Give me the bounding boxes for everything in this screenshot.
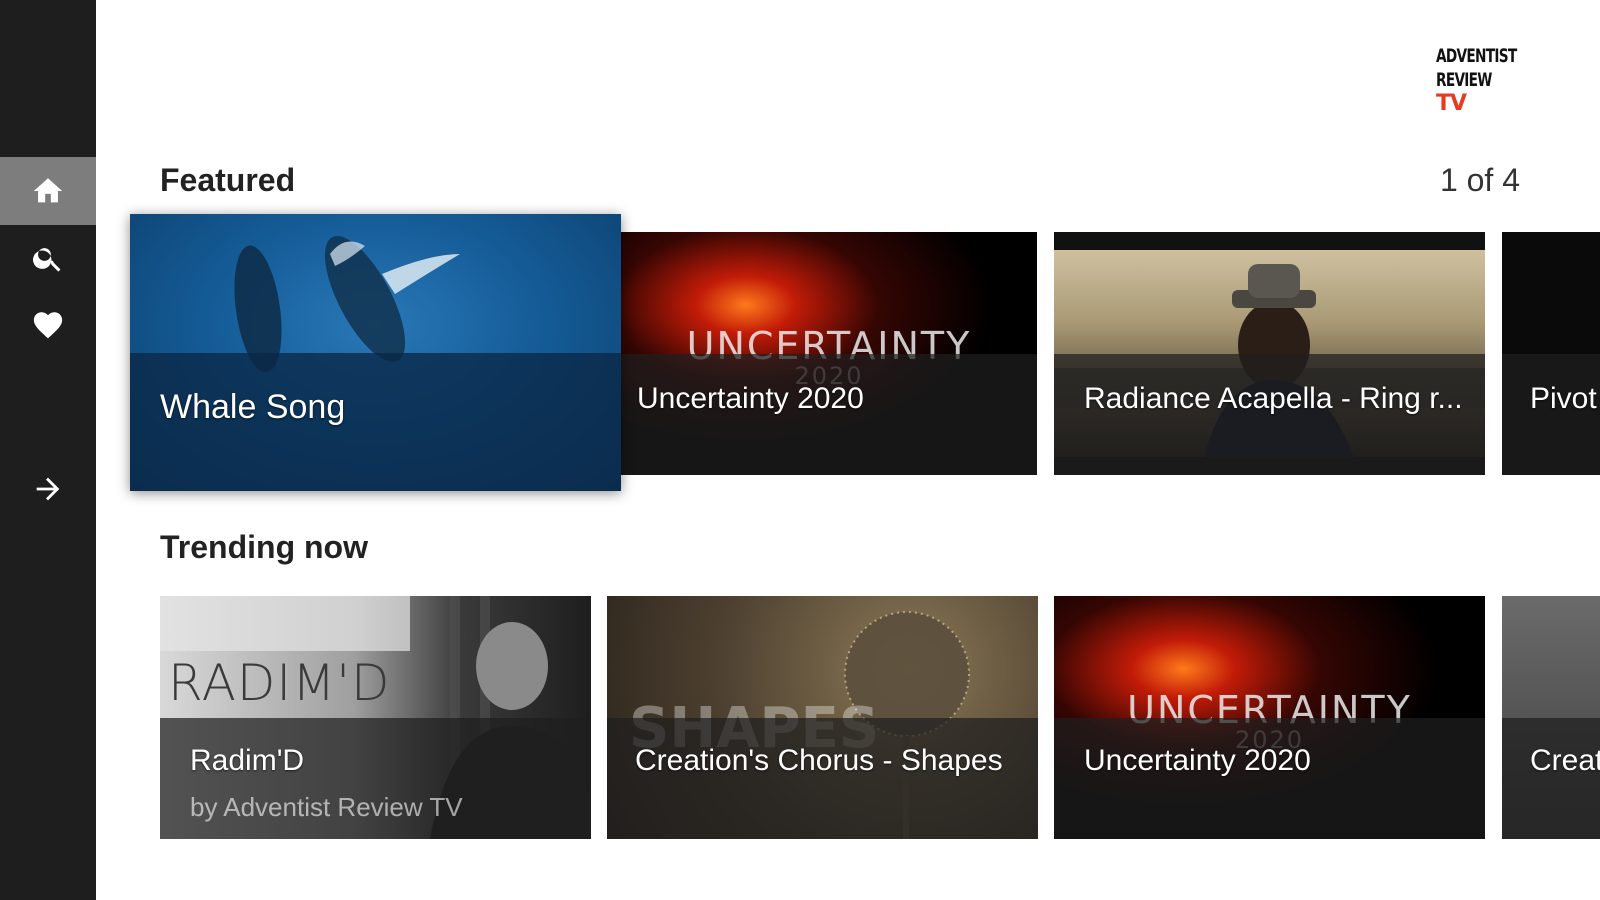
home-icon xyxy=(33,178,63,203)
trending-section-title: Trending now xyxy=(160,529,368,565)
trending-card-creations-chorus[interactable]: SHAPES Creation's Chorus - Shapes xyxy=(607,596,1038,839)
card-title-band xyxy=(607,717,1038,839)
sidebar-item-search[interactable] xyxy=(0,224,96,292)
sidebar-item-home[interactable] xyxy=(0,157,96,225)
card-subtitle: by Adventist Review TV xyxy=(190,792,463,822)
arrow-right-icon xyxy=(36,477,60,501)
search-icon xyxy=(33,248,61,272)
logo-line-1: ADVENTIST xyxy=(1436,45,1517,67)
card-title: Uncertainty 2020 xyxy=(1084,744,1311,777)
featured-section-title: Featured xyxy=(160,162,296,198)
sidebar xyxy=(0,0,96,900)
brand-logo: ADVENTIST REVIEW TV xyxy=(1436,44,1517,116)
card-title: Creat xyxy=(1530,744,1600,777)
card-title: Whale Song xyxy=(160,388,346,426)
card-title-band xyxy=(1054,717,1485,839)
card-title: Uncertainty 2020 xyxy=(637,382,864,415)
featured-card-uncertainty-2020[interactable]: UNCERTAINTY 2020 Uncertainty 2020 xyxy=(621,232,1037,475)
logo-line-3: TV xyxy=(1436,91,1467,116)
sidebar-item-favorites[interactable] xyxy=(0,291,96,359)
heart-icon xyxy=(33,312,63,339)
trending-card-uncertainty-2020[interactable]: UNCERTAINTY 2020 Uncertainty 2020 xyxy=(1054,596,1485,839)
card-title: Creation's Chorus - Shapes xyxy=(635,744,1003,777)
card-title: Radim'D xyxy=(190,744,305,777)
trending-card-creat[interactable]: Creat xyxy=(1502,596,1600,839)
card-art-text: RADIM'D xyxy=(168,654,391,712)
featured-card-pivot[interactable]: Pivot xyxy=(1502,232,1600,475)
sidebar-item-sign-in[interactable] xyxy=(0,455,96,523)
trending-card-radimd[interactable]: RADIM'D Radim'D by Adventist Review TV xyxy=(160,596,591,839)
card-title-band xyxy=(1502,717,1600,839)
featured-page-indicator: 1 of 4 xyxy=(1439,162,1520,198)
card-title: Pivot xyxy=(1530,382,1597,415)
featured-card-whale-song[interactable]: Whale Song xyxy=(130,214,621,491)
featured-card-radiance-acapella[interactable]: Radiance Acapella - Ring r... xyxy=(1054,232,1485,475)
card-title: Radiance Acapella - Ring r... xyxy=(1084,382,1463,415)
logo-line-2: REVIEW xyxy=(1436,69,1492,91)
